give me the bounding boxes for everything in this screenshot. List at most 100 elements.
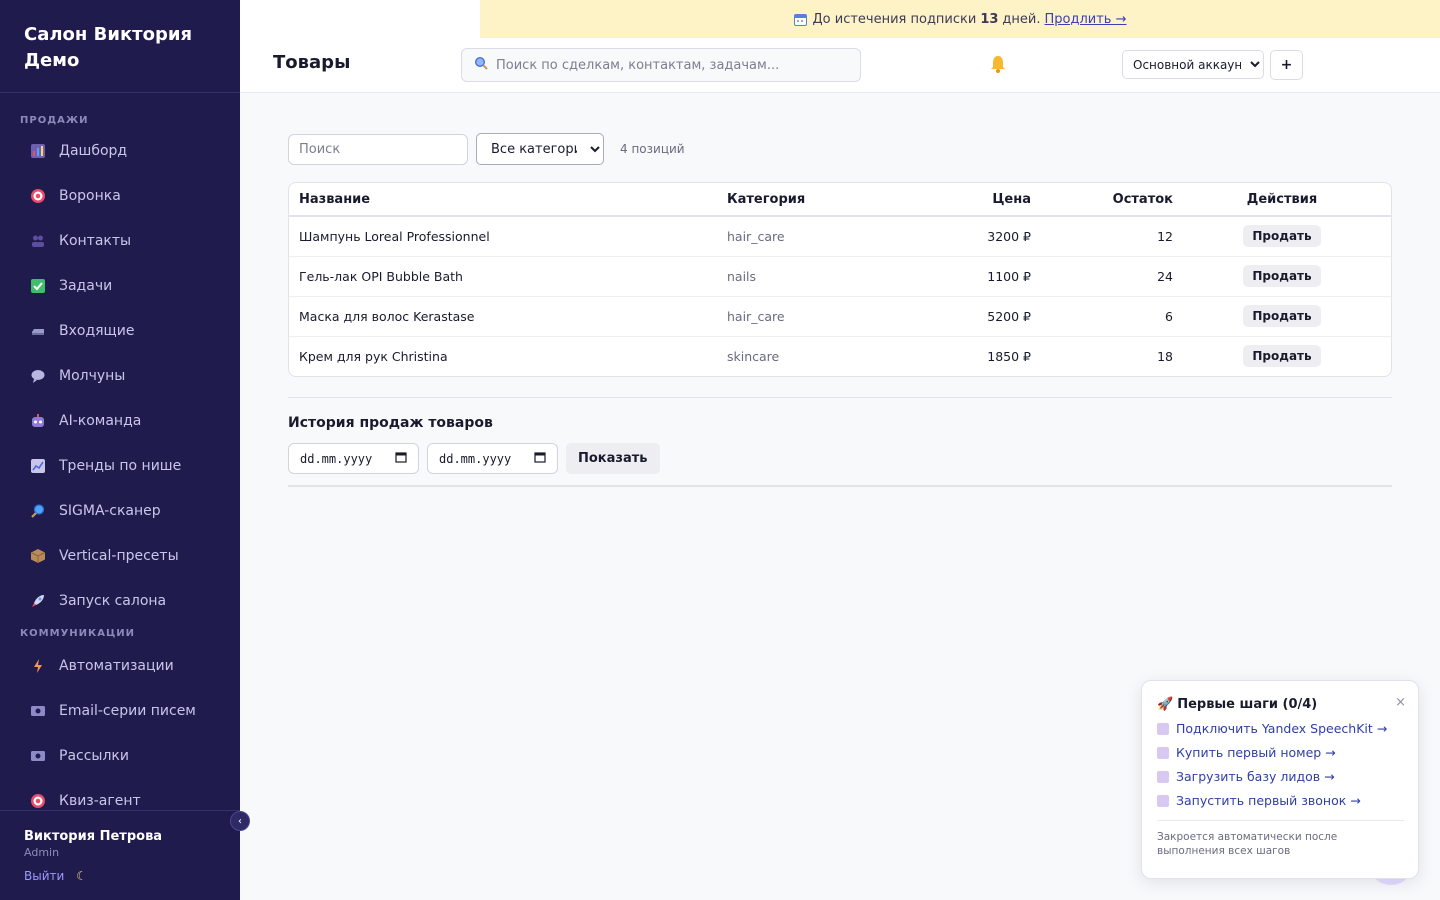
collapse-sidebar-button[interactable]: ‹ [230, 811, 250, 831]
step-label: Запустить первый звонок → [1176, 793, 1361, 808]
date-to-value: dd.mm.yyyy [439, 451, 512, 466]
sidebar-item-silent[interactable]: Молчуны [0, 353, 240, 398]
onboarding-step[interactable]: Подключить Yandex SpeechKit → [1157, 721, 1404, 736]
column-header-name: Название [289, 183, 727, 217]
sidebar-item-trends[interactable]: Тренды по нише [0, 443, 240, 488]
rocket-icon: 🚀 [1157, 697, 1174, 712]
sidebar-item-label: Квиз-агент [59, 792, 141, 809]
sidebar-item-label: Автоматизации [59, 657, 174, 674]
add-button[interactable]: + [1270, 50, 1303, 80]
product-category: skincare [727, 348, 780, 364]
onboarding-step[interactable]: Загрузить базу лидов → [1157, 769, 1404, 784]
check-icon [29, 277, 46, 294]
target-icon [29, 187, 46, 204]
sidebar-item-presets[interactable]: Vertical-пресеты [0, 533, 240, 578]
date-from-value: dd.mm.yyyy [300, 451, 373, 466]
column-header-price: Цена [917, 183, 1031, 217]
sales-history-filters: dd.mm.yyyy dd.mm.yyyy Показать [288, 443, 1392, 474]
sell-button[interactable]: Продать [1243, 225, 1321, 248]
sidebar-item-tasks[interactable]: Задачи [0, 263, 240, 308]
sidebar-item-funnel[interactable]: Воронка [0, 173, 240, 218]
onboarding-card: 🚀 Первые шаги (0/4) × Подключить Yandex S… [1141, 680, 1419, 879]
product-price: 3200 ₽ [917, 216, 1031, 257]
items-count: 4 позиций [620, 142, 685, 156]
brand-title: Салон Виктория Демо [24, 24, 193, 71]
step-label: Подключить Yandex SpeechKit → [1176, 721, 1388, 736]
sell-button[interactable]: Продать [1243, 345, 1321, 368]
checkbox-icon [1157, 770, 1169, 783]
product-price: 5200 ₽ [917, 296, 1031, 337]
sidebar-item-label: Молчуны [59, 367, 126, 384]
product-stock: 18 [1157, 348, 1173, 364]
onboarding-note: Закроется автоматически после выполнения… [1157, 831, 1338, 857]
subscription-banner: До истечения подписки 13 дней. Продлить … [480, 0, 1440, 38]
moon-icon[interactable]: ☾ [76, 869, 87, 883]
date-from-input[interactable]: dd.mm.yyyy [288, 443, 419, 474]
lightning-icon [29, 657, 46, 674]
chart-icon [29, 142, 46, 159]
close-icon[interactable]: × [1395, 695, 1406, 710]
sidebar-item-sigma[interactable]: SIGMA-сканер [0, 488, 240, 533]
account-select[interactable]: Основной аккаунт [1122, 50, 1264, 79]
sidebar-item-label: Рассылки [59, 747, 129, 764]
step-label: Купить первый номер → [1176, 745, 1336, 760]
sell-button[interactable]: Продать [1243, 265, 1321, 287]
main-content: Все категории 4 позиций Название Категор… [288, 133, 1392, 487]
category-select[interactable]: Все категории [476, 133, 604, 165]
calendar-icon[interactable] [395, 451, 407, 466]
sidebar-item-label: Входящие [59, 322, 135, 339]
sales-history-title: История продаж товаров [288, 415, 493, 431]
sidebar-item-label: SIGMA-сканер [59, 502, 161, 519]
bell-icon[interactable] [988, 54, 1008, 79]
sidebar-item-label: Vertical-пресеты [59, 547, 179, 564]
sidebar-item-quiz-agent[interactable]: Квиз-агент [0, 778, 240, 810]
product-price: 1850 ₽ [987, 348, 1031, 364]
rocket-icon [29, 592, 46, 609]
sidebar-item-label: Запуск салона [59, 592, 167, 609]
global-search[interactable] [461, 48, 861, 82]
product-stock: 6 [1031, 296, 1173, 337]
column-header-actions: Действия [1173, 183, 1391, 217]
sidebar-item-contacts[interactable]: Контакты [0, 218, 240, 263]
logout-link[interactable]: Выйти [24, 869, 64, 883]
user-block: Виктория Петрова Admin Выйти ☾ [0, 810, 240, 900]
magnifier-icon [29, 502, 46, 519]
sidebar-item-mailings[interactable]: Рассылки [0, 733, 240, 778]
product-stock: 12 [1031, 216, 1173, 257]
search-icon [474, 56, 488, 74]
onboarding-step[interactable]: Купить первый номер → [1157, 745, 1404, 760]
robot-icon [29, 412, 46, 429]
sidebar-nav: ПРОДАЖИ Дашборд Воронка Контакты Задачи … [0, 93, 240, 810]
sidebar-item-email-series[interactable]: Email-серии писем [0, 688, 240, 733]
global-search-input[interactable] [496, 57, 836, 73]
banner-suffix: дней. [1002, 11, 1041, 27]
sidebar-item-label: Контакты [59, 232, 132, 249]
table-row: Шампунь Loreal Professionnel hair_care 3… [289, 216, 1391, 257]
calendar-icon[interactable] [534, 451, 546, 466]
mail-icon [29, 747, 46, 764]
user-role: Admin [24, 846, 60, 859]
sidebar-item-dashboard[interactable]: Дашборд [0, 128, 240, 173]
sell-button[interactable]: Продать [1243, 305, 1321, 327]
divider [1157, 820, 1404, 821]
sidebar-item-label: AI-команда [59, 412, 142, 429]
table-header-row: Название Категория Цена Остаток Действия [289, 183, 1391, 217]
sidebar-item-ai-team[interactable]: AI-команда [0, 398, 240, 443]
renew-link[interactable]: Продлить → [1045, 12, 1127, 27]
onboarding-step[interactable]: Запустить первый звонок → [1157, 793, 1404, 808]
speech-bubble-icon [29, 367, 46, 384]
sidebar-item-inbox[interactable]: Входящие [0, 308, 240, 353]
sidebar-item-launch[interactable]: Запуск салона [0, 578, 240, 623]
calendar-icon [793, 13, 807, 26]
inbox-icon [29, 322, 46, 339]
checkbox-icon [1157, 722, 1169, 735]
trend-icon [29, 457, 46, 474]
product-search-input[interactable] [288, 133, 468, 165]
checkbox-icon [1157, 746, 1169, 759]
show-button[interactable]: Показать [566, 443, 660, 474]
sidebar-item-automations[interactable]: Автоматизации [0, 643, 240, 688]
onboarding-title: 🚀 Первые шаги (0/4) [1157, 697, 1318, 712]
sidebar-item-label: Email-серии писем [59, 702, 196, 719]
date-to-input[interactable]: dd.mm.yyyy [427, 443, 558, 474]
product-category: hair_care [727, 296, 917, 337]
